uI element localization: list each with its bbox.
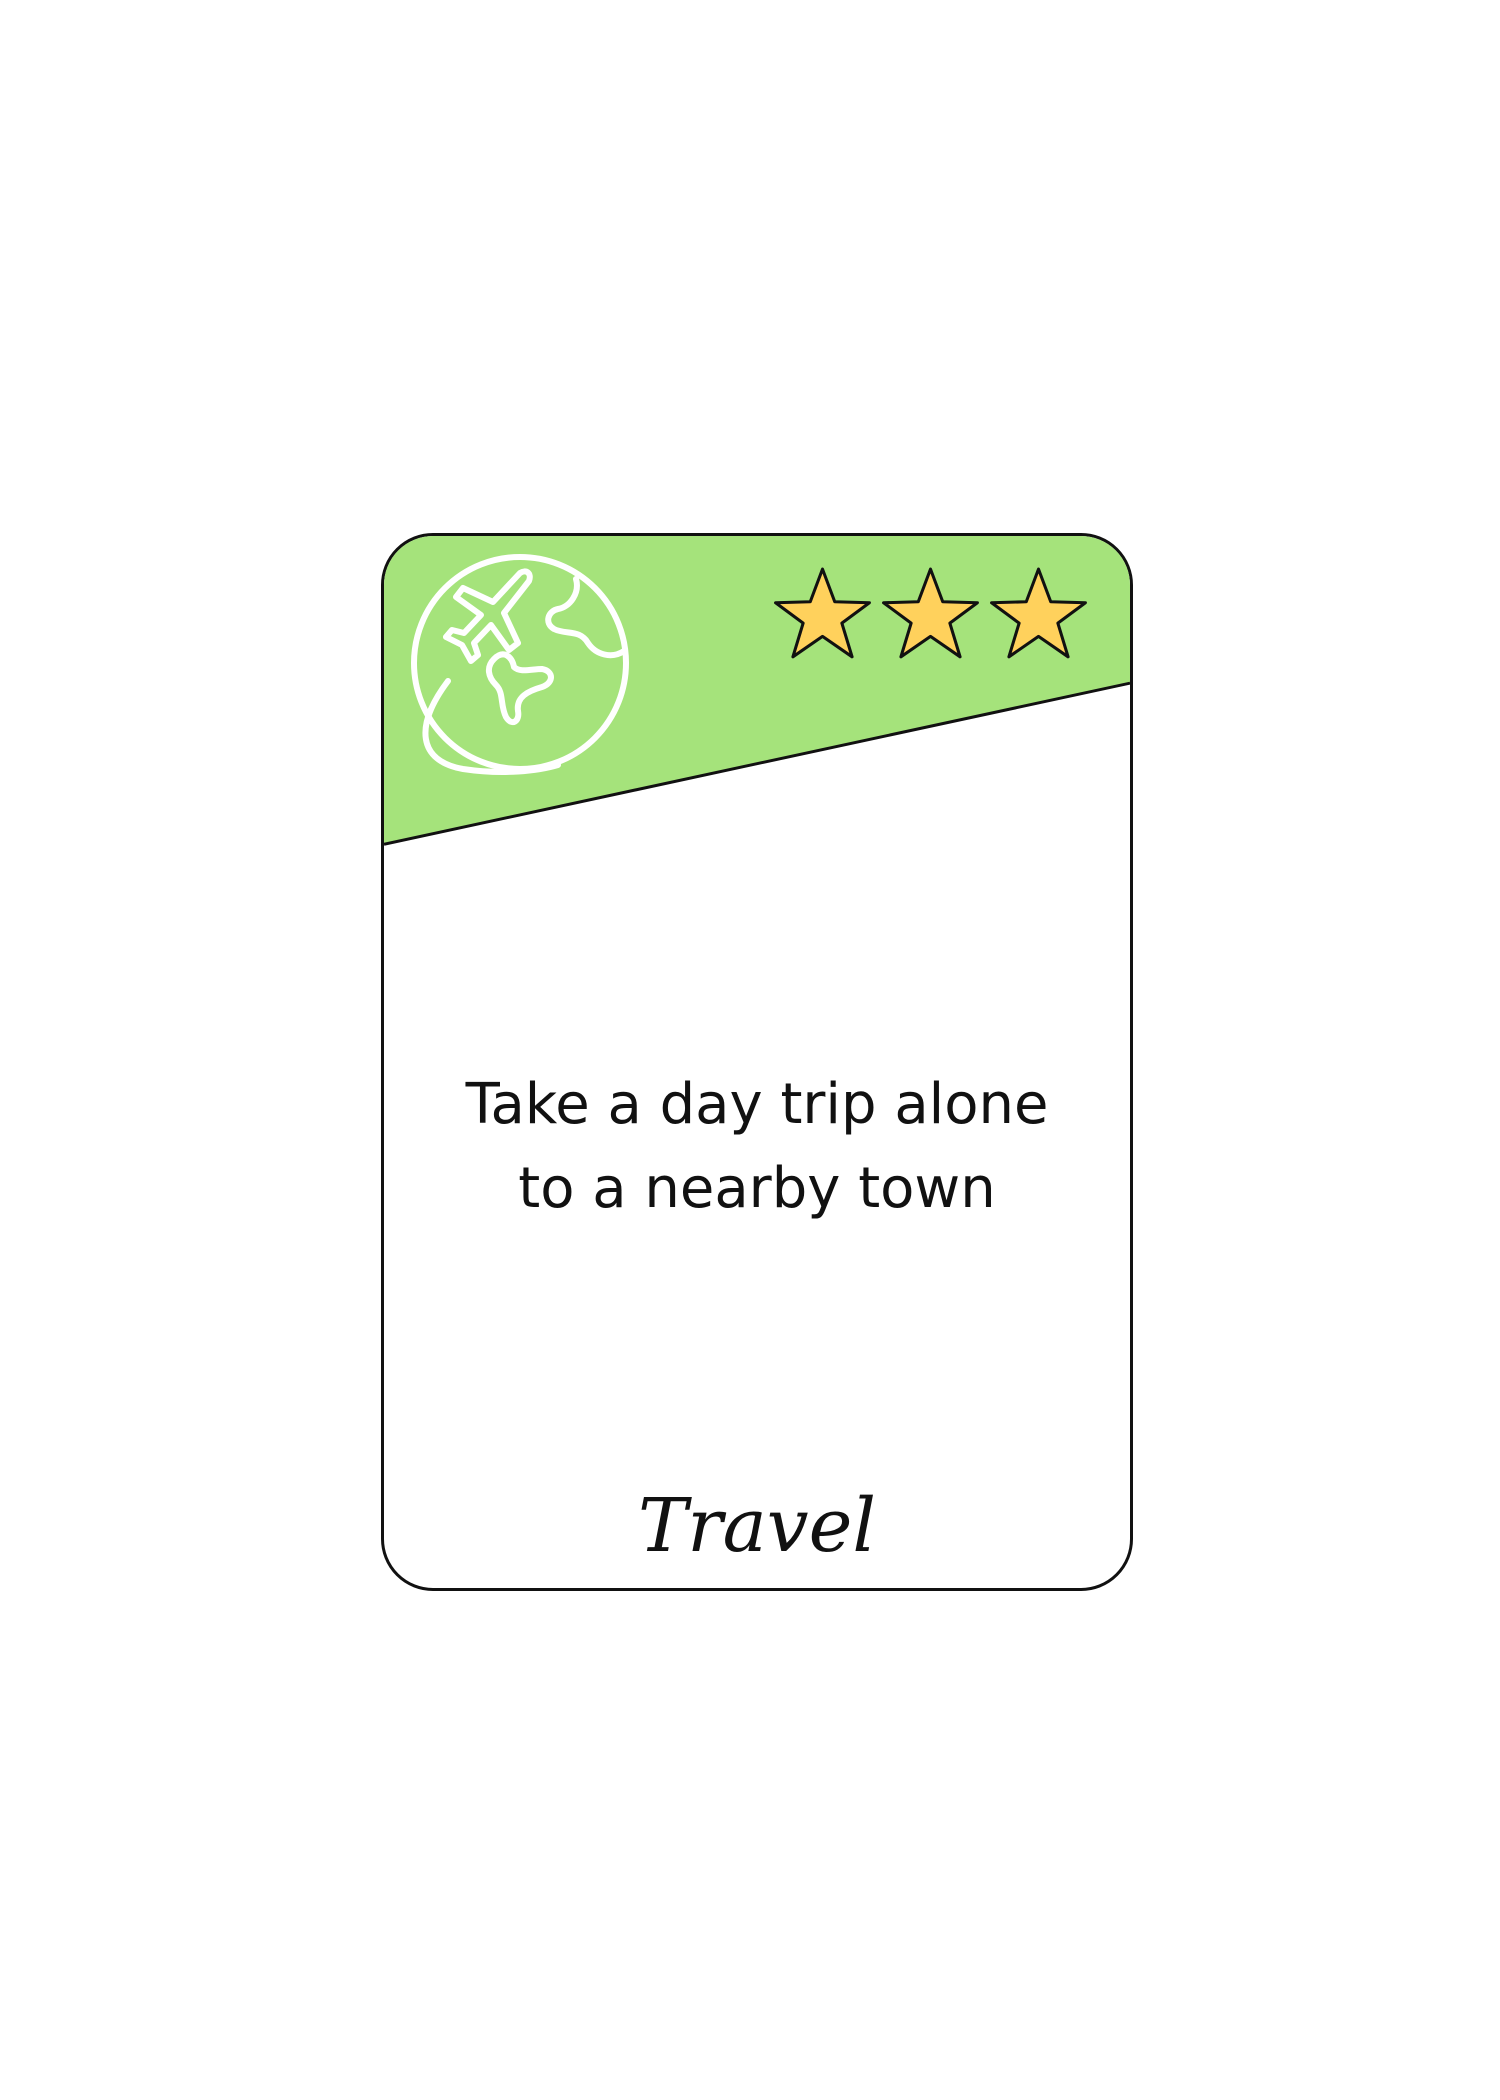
globe-airplane-icon [411, 554, 629, 775]
star-icon [882, 567, 979, 659]
difficulty-rating [770, 564, 1091, 666]
task-line-1: Take a day trip alone [465, 1072, 1049, 1137]
star-icon [990, 567, 1087, 659]
category-label: Travel [637, 1483, 877, 1569]
task-card[interactable]: Take a day trip alone to a nearby town T… [381, 533, 1133, 1591]
task-line-2: to a nearby town [518, 1156, 996, 1221]
task-text: Take a day trip alone to a nearby town [384, 1063, 1130, 1231]
star-icon [774, 567, 871, 659]
